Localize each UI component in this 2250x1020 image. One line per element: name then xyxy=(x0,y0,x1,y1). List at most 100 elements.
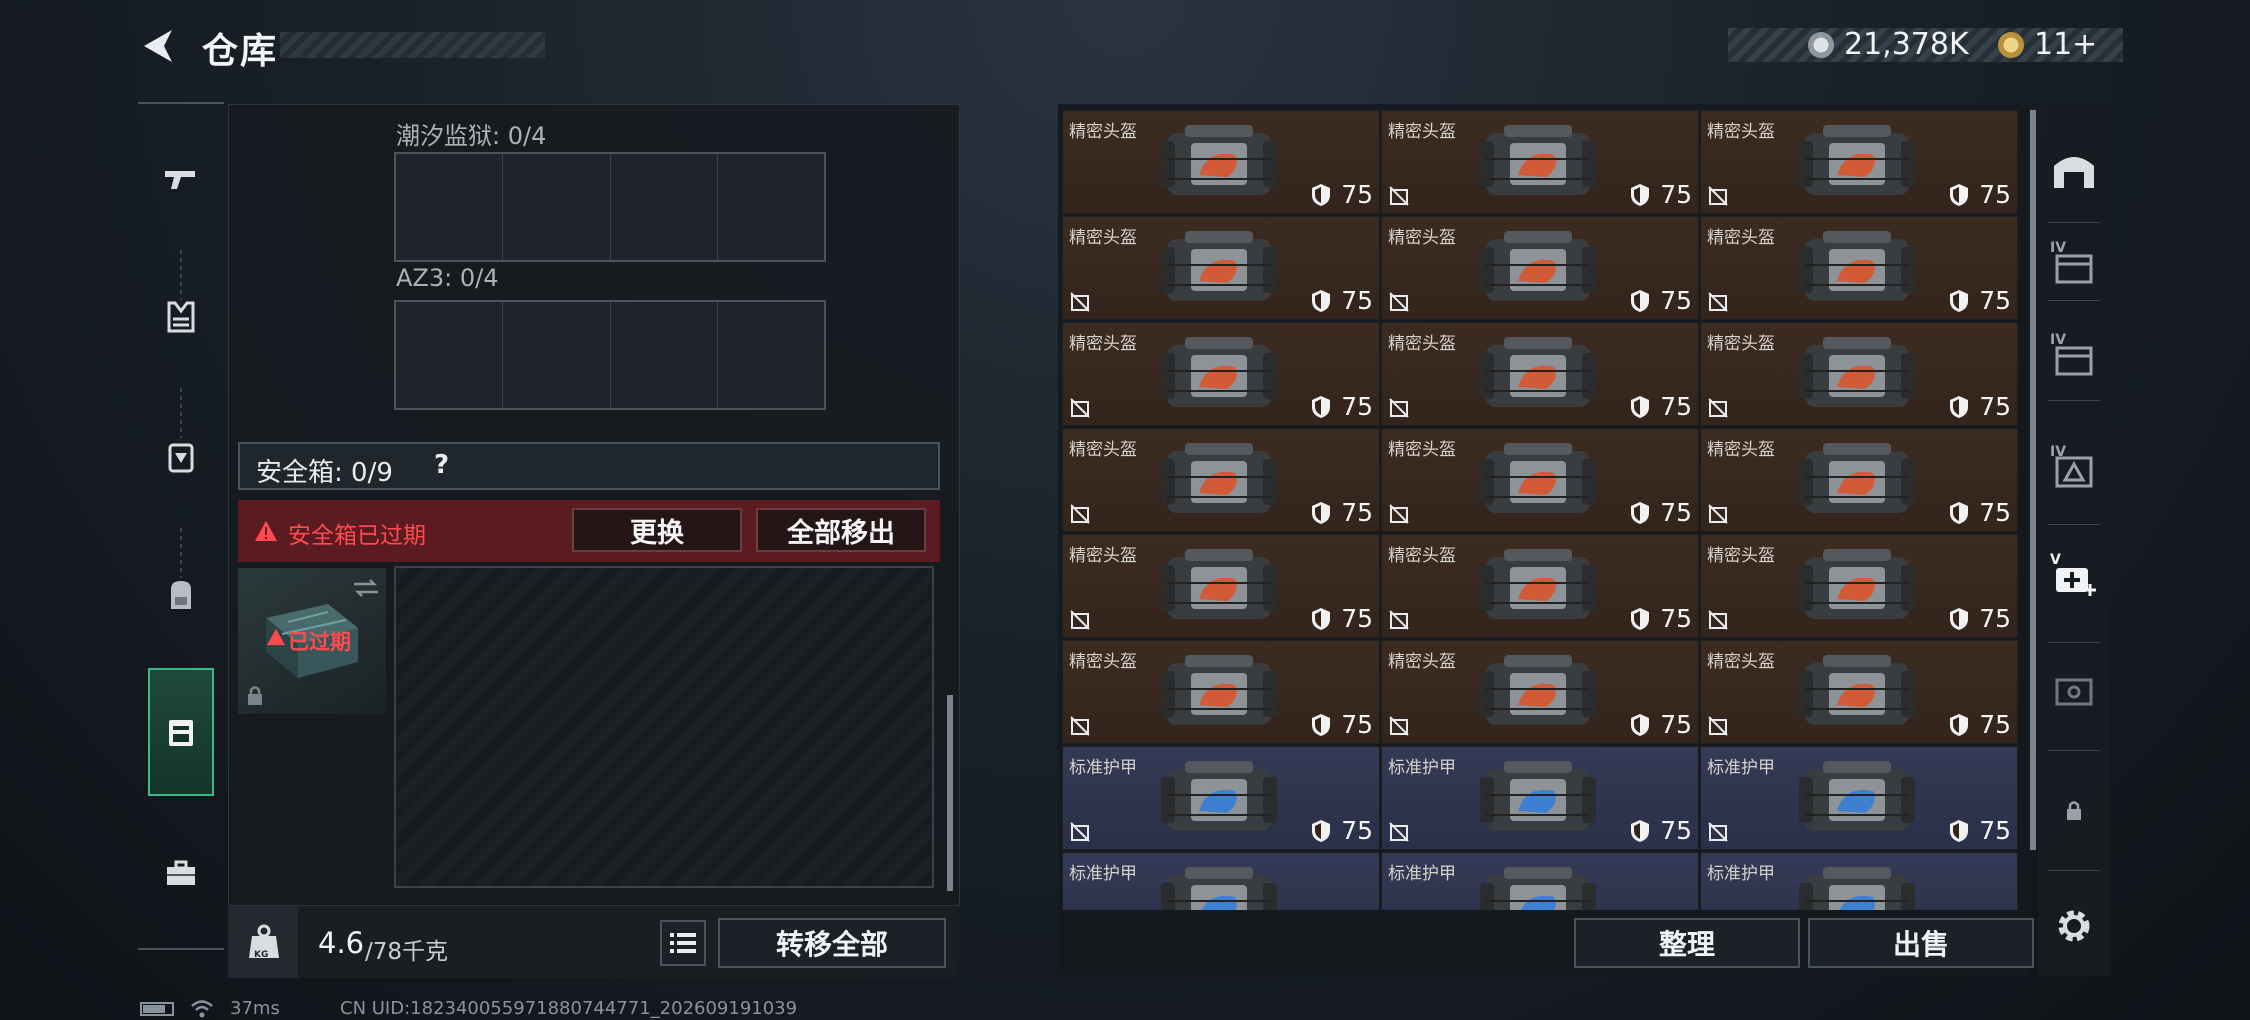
helmet-item-cell[interactable]: 精密头盔 75 xyxy=(1381,216,1699,320)
helmet-item-cell[interactable]: 精密头盔 75 xyxy=(1700,110,2018,214)
helmet-icon xyxy=(1161,125,1277,195)
weight-max: /78千克 xyxy=(365,939,449,965)
settings-button[interactable] xyxy=(2048,900,2100,952)
rnav-container-3[interactable]: IV xyxy=(2048,444,2100,496)
help-icon[interactable]: ? xyxy=(434,450,449,480)
broken-icon xyxy=(1708,292,1728,312)
sort-button[interactable]: 整理 xyxy=(1574,918,1800,968)
item-name: 精密头盔 xyxy=(1388,334,1456,354)
helmet-item-cell[interactable]: 精密头盔 75 xyxy=(1062,216,1380,320)
item-durability: 75 xyxy=(1341,498,1373,527)
helmet-item-cell[interactable]: 精密头盔 75 xyxy=(1062,428,1380,532)
warning-icon xyxy=(267,628,285,646)
list-view-button[interactable] xyxy=(660,920,706,966)
currency-bar: 21,378K 11+ xyxy=(1728,28,2123,62)
shield-icon xyxy=(1312,184,1330,206)
helmet-item-cell[interactable]: 精密头盔 75 xyxy=(1381,534,1699,638)
helmet-item-cell[interactable]: 精密头盔 75 xyxy=(1381,110,1699,214)
helmet-icon xyxy=(1161,549,1277,619)
rnav-container-5[interactable] xyxy=(2048,664,2100,716)
item-name: 精密头盔 xyxy=(1388,440,1456,460)
expired-warning-bar: 安全箱已过期 更换 全部移出 xyxy=(238,500,940,562)
replace-button[interactable]: 更换 xyxy=(572,508,742,552)
armor-item-cell[interactable]: 标准护甲 75 xyxy=(1062,746,1380,850)
helmet-item-cell[interactable]: 精密头盔 75 xyxy=(1700,534,2018,638)
silver-coin-icon xyxy=(1808,32,1834,58)
nav-weapon[interactable] xyxy=(150,148,212,210)
armor-item-cell[interactable]: 标准护甲 xyxy=(1700,852,2018,910)
safe-case-grid[interactable] xyxy=(394,566,934,888)
transfer-all-button[interactable]: 转移全部 xyxy=(718,918,946,968)
item-grid: 精密头盔 75 精密头盔 75 精密头盔 75 精密头盔 75 精密头盔 75 精密头盔 75 精密头盔… xyxy=(1062,110,2020,910)
helmet-icon xyxy=(1480,655,1596,725)
helmet-icon xyxy=(1799,443,1915,513)
swap-icon[interactable] xyxy=(352,578,380,598)
broken-icon xyxy=(1070,610,1090,630)
slot-b-label: AZ3: 0/4 xyxy=(396,264,499,292)
item-name: 精密头盔 xyxy=(1388,228,1456,248)
weight-icon-text: KG xyxy=(254,950,269,960)
helmet-item-cell[interactable]: 精密头盔 75 xyxy=(1700,216,2018,320)
helmet-item-cell[interactable]: 精密头盔 75 xyxy=(1062,640,1380,744)
armor-item-cell[interactable]: 标准护甲 xyxy=(1062,852,1380,910)
broken-icon xyxy=(1389,716,1409,736)
armor-item-cell[interactable]: 标准护甲 75 xyxy=(1381,746,1699,850)
broken-icon xyxy=(1708,822,1728,842)
armor-icon xyxy=(1480,761,1596,831)
broken-icon xyxy=(1389,186,1409,206)
broken-icon xyxy=(1389,398,1409,418)
left-scrollbar[interactable] xyxy=(947,695,953,891)
broken-icon xyxy=(1070,398,1090,418)
rnav-stash[interactable] xyxy=(2048,144,2100,196)
right-bottom-bar: 整理 出售 xyxy=(1058,910,2034,976)
nav-chest-rig[interactable] xyxy=(150,426,212,488)
item-durability: 75 xyxy=(1341,710,1373,739)
helmet-icon xyxy=(1799,655,1915,725)
item-name: 精密头盔 xyxy=(1388,546,1456,566)
armor-item-cell[interactable]: 标准护甲 xyxy=(1381,852,1699,910)
move-all-out-button[interactable]: 全部移出 xyxy=(756,508,926,552)
item-durability: 75 xyxy=(1660,392,1692,421)
helmet-item-cell[interactable]: 精密头盔 75 xyxy=(1381,428,1699,532)
helmet-item-cell[interactable]: 精密头盔 75 xyxy=(1700,428,2018,532)
rnav-locked[interactable] xyxy=(2048,784,2100,836)
chest-rig-icon xyxy=(168,443,194,473)
list-icon xyxy=(670,933,696,953)
shield-icon xyxy=(1631,290,1649,312)
right-scrollbar[interactable] xyxy=(2030,110,2036,850)
helmet-item-cell[interactable]: 精密头盔 75 xyxy=(1062,110,1380,214)
helmet-item-cell[interactable]: 精密头盔 75 xyxy=(1062,534,1380,638)
item-name: 精密头盔 xyxy=(1069,546,1137,566)
shield-icon xyxy=(1312,714,1330,736)
left-category-nav xyxy=(138,102,224,950)
item-name: 精密头盔 xyxy=(1069,440,1137,460)
helmet-item-cell[interactable]: 精密头盔 75 xyxy=(1062,322,1380,426)
shield-icon xyxy=(1631,608,1649,630)
shield-icon xyxy=(1950,608,1968,630)
back-arrow-icon[interactable] xyxy=(138,26,178,66)
helmet-item-cell[interactable]: 精密头盔 75 xyxy=(1700,322,2018,426)
helmet-icon xyxy=(1799,549,1915,619)
title-stripe xyxy=(280,32,545,58)
rnav-container-2[interactable]: IV xyxy=(2048,332,2100,384)
left-bottom-bar: KG 4.6 /78千克 转移全部 xyxy=(228,906,958,978)
nav-safe-case[interactable] xyxy=(148,668,214,796)
lock-icon xyxy=(248,686,262,705)
item-durability: 75 xyxy=(1979,180,2011,209)
helmet-item-cell[interactable]: 精密头盔 75 xyxy=(1381,640,1699,744)
rnav-container-medical[interactable]: V xyxy=(2048,552,2100,604)
armor-item-cell[interactable]: 标准护甲 75 xyxy=(1700,746,2018,850)
lock-icon xyxy=(2067,801,2081,820)
helmet-item-cell[interactable]: 精密头盔 75 xyxy=(1381,322,1699,426)
slot-b-grid[interactable] xyxy=(394,300,826,410)
nav-toolbox[interactable] xyxy=(150,842,212,904)
slot-a-grid[interactable] xyxy=(394,152,826,262)
nav-vest[interactable] xyxy=(150,286,212,348)
item-durability: 75 xyxy=(1660,816,1692,845)
sell-button[interactable]: 出售 xyxy=(1808,918,2034,968)
helmet-item-cell[interactable]: 精密头盔 75 xyxy=(1700,640,2018,744)
item-durability: 75 xyxy=(1341,286,1373,315)
nav-backpack[interactable] xyxy=(150,564,212,626)
safe-case-item[interactable]: 已过期 xyxy=(238,568,386,714)
rnav-container-1[interactable]: IV xyxy=(2048,240,2100,292)
